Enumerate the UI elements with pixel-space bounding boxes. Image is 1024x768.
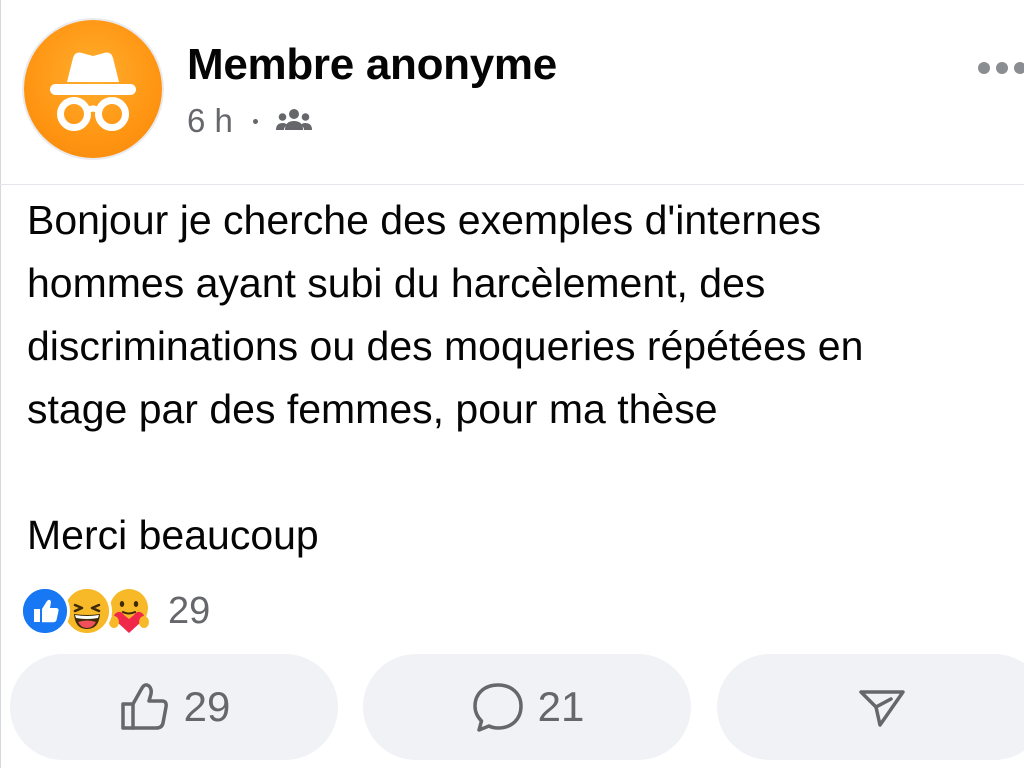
thumbs-up-icon [120, 683, 168, 730]
share-button[interactable] [717, 654, 1024, 760]
like-button[interactable]: 29 [10, 654, 338, 760]
incognito-icon [50, 52, 136, 131]
post-card: Membre anonyme 6 h Bonjour je cherche de… [0, 0, 1024, 768]
comment-button[interactable]: 21 [363, 654, 691, 760]
post-body: Bonjour je cherche des exemples d'intern… [27, 197, 864, 558]
more-options-icon[interactable] [978, 56, 1024, 80]
like-reaction-icon [20, 586, 70, 636]
like-count: 29 [183, 683, 231, 730]
author-name[interactable]: Membre anonyme [187, 40, 557, 90]
post-timestamp[interactable]: 6 h [187, 102, 233, 140]
header-divider [0, 184, 1024, 185]
comment-bubble-icon [472, 683, 523, 732]
post-meta: 6 h [187, 101, 312, 141]
reaction-summary[interactable]: 29 [20, 585, 210, 637]
card-border [0, 0, 1, 768]
group-icon [275, 109, 312, 130]
send-icon [859, 690, 905, 727]
meta-separator [252, 118, 258, 124]
comment-count: 21 [537, 683, 585, 730]
reaction-count[interactable]: 29 [168, 590, 210, 633]
avatar[interactable] [24, 20, 162, 158]
